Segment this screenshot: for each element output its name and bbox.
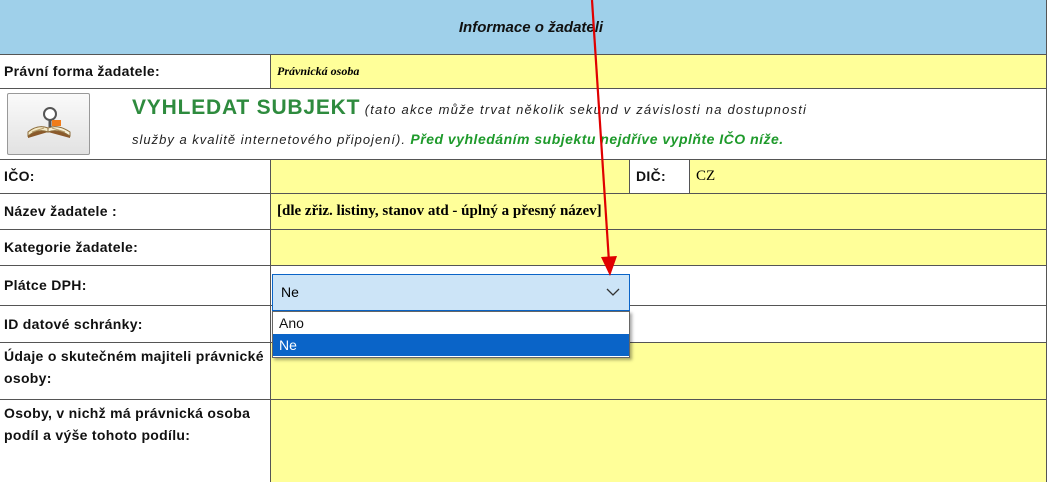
annotation-arrow [590, 0, 617, 276]
applicant-info-form: Informace o žadateli Právní forma žadate… [0, 0, 1047, 482]
